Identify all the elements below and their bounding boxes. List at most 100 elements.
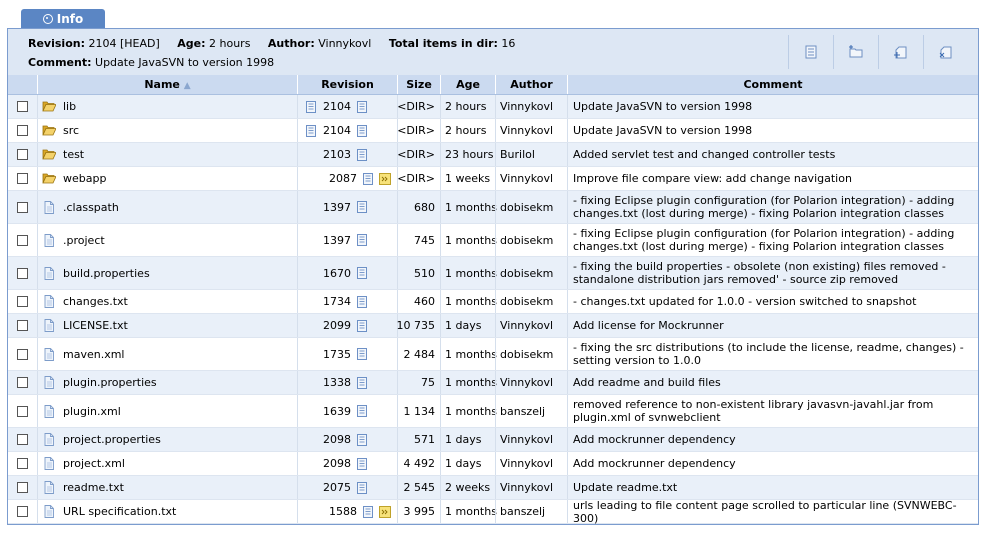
add-file-button[interactable] <box>878 35 923 69</box>
comment-cell: Update JavaSVN to version 1998 <box>567 95 978 118</box>
directory-link[interactable]: lib <box>63 100 76 113</box>
file-link[interactable]: plugin.xml <box>63 405 121 418</box>
revision-link[interactable]: 2075 <box>323 481 351 494</box>
header-comment[interactable]: Comment <box>567 75 978 94</box>
compare-icon[interactable] <box>379 505 391 518</box>
revision-link[interactable]: 2104 <box>323 124 351 137</box>
revision-link[interactable]: 1735 <box>323 348 351 361</box>
row-checkbox[interactable] <box>17 458 28 469</box>
file-link[interactable]: LICENSE.txt <box>63 319 128 332</box>
table-row: project.xml 2098 4 492 1 days Vinnykovl Add m… <box>8 452 978 476</box>
file-link[interactable]: .project <box>63 234 105 247</box>
file-link[interactable]: build.properties <box>63 267 150 280</box>
revision-link[interactable]: 1734 <box>323 295 351 308</box>
revision-log-icon[interactable] <box>362 172 374 185</box>
head-log-icon[interactable] <box>305 100 317 113</box>
header-revision[interactable]: Revision <box>297 75 397 94</box>
age-value: 1 months <box>445 505 497 518</box>
revision-log-icon[interactable] <box>356 433 368 446</box>
file-link[interactable]: readme.txt <box>63 481 124 494</box>
name-cell: plugin.properties <box>37 371 297 394</box>
row-checkbox[interactable] <box>17 405 28 417</box>
file-link[interactable]: changes.txt <box>63 295 128 308</box>
row-checkbox[interactable] <box>17 482 28 493</box>
header-name-label: Name <box>144 78 180 91</box>
revision-link[interactable]: 1639 <box>323 405 351 418</box>
revision-log-icon[interactable] <box>356 295 368 308</box>
revision-log-icon[interactable] <box>356 267 368 279</box>
row-checkbox[interactable] <box>17 267 28 279</box>
author-cell: dobisekm <box>495 290 567 313</box>
row-checkbox[interactable] <box>17 506 28 517</box>
revision-log-icon[interactable] <box>356 100 368 113</box>
row-select <box>8 476 37 499</box>
row-checkbox[interactable] <box>17 234 28 246</box>
revision-link[interactable]: 2098 <box>323 433 351 446</box>
comment-value: - fixing the src distributions (to inclu… <box>573 341 964 367</box>
comment-cell: Add readme and build files <box>567 371 978 394</box>
row-checkbox[interactable] <box>17 149 28 160</box>
delete-button[interactable] <box>923 35 968 69</box>
file-link[interactable]: URL specification.txt <box>63 505 176 518</box>
revision-log-icon[interactable] <box>356 481 368 494</box>
revision-list-button[interactable] <box>788 35 833 69</box>
file-link[interactable]: .classpath <box>63 201 119 214</box>
directory-link[interactable]: src <box>63 124 79 137</box>
revision-log-icon[interactable] <box>356 319 368 332</box>
revision-cell: 1588 <box>297 500 397 523</box>
row-select <box>8 191 37 223</box>
author-value: Vinnykovl <box>500 433 554 446</box>
folder-icon <box>42 101 56 112</box>
comment-value: Add readme and build files <box>573 376 721 389</box>
row-checkbox[interactable] <box>17 101 28 112</box>
revision-link[interactable]: 1338 <box>323 376 351 389</box>
age-value: 1 months <box>445 295 497 308</box>
row-checkbox[interactable] <box>17 377 28 388</box>
revision-link[interactable]: 1397 <box>323 201 351 214</box>
file-link[interactable]: maven.xml <box>63 348 124 361</box>
revision-link[interactable]: 2099 <box>323 319 351 332</box>
row-checkbox[interactable] <box>17 348 28 360</box>
head-log-icon[interactable] <box>305 124 317 137</box>
add-directory-button[interactable] <box>833 35 878 69</box>
compare-icon[interactable] <box>379 172 391 185</box>
revision-log-icon[interactable] <box>356 124 368 137</box>
revision-link[interactable]: 1670 <box>323 267 351 280</box>
revision-log-icon[interactable] <box>356 201 368 213</box>
header-name[interactable]: Name ▲ <box>37 75 297 94</box>
table-row: project.properties 2098 571 1 days Vinnykovl… <box>8 428 978 452</box>
table-row: webapp 2087 <DIR> 1 weeks Vinnykovl Improve f… <box>8 167 978 191</box>
author-cell: banszelj <box>495 395 567 427</box>
file-link[interactable]: project.properties <box>63 433 161 446</box>
revision-log-icon[interactable] <box>356 405 368 417</box>
revision-link[interactable]: 2103 <box>323 148 351 161</box>
revision-info-bar: Revision: 2104 [HEAD] Age: 2 hours Autho… <box>8 29 978 76</box>
revision-log-icon[interactable] <box>356 376 368 389</box>
revision-link[interactable]: 1588 <box>329 505 357 518</box>
revision-link[interactable]: 2087 <box>329 172 357 185</box>
revision-link[interactable]: 2104 <box>323 100 351 113</box>
row-checkbox[interactable] <box>17 320 28 331</box>
toolbar <box>788 35 968 69</box>
row-checkbox[interactable] <box>17 173 28 184</box>
file-link[interactable]: project.xml <box>63 457 125 470</box>
directory-link[interactable]: test <box>63 148 84 161</box>
header-author[interactable]: Author <box>495 75 567 94</box>
revision-link[interactable]: 2098 <box>323 457 351 470</box>
row-checkbox[interactable] <box>17 434 28 445</box>
directory-link[interactable]: webapp <box>63 172 106 185</box>
row-checkbox[interactable] <box>17 201 28 213</box>
revision-log-icon[interactable] <box>362 505 374 518</box>
row-checkbox[interactable] <box>17 296 28 307</box>
revision-log-icon[interactable] <box>356 148 368 161</box>
header-age[interactable]: Age <box>440 75 495 94</box>
header-size[interactable]: Size <box>397 75 440 94</box>
revision-log-icon[interactable] <box>356 457 368 470</box>
revision-log-icon[interactable] <box>356 234 368 246</box>
file-link[interactable]: plugin.properties <box>63 376 157 389</box>
tab-info[interactable]: Info <box>21 9 105 28</box>
revision-link[interactable]: 1397 <box>323 234 351 247</box>
file-icon <box>44 433 54 446</box>
row-checkbox[interactable] <box>17 125 28 136</box>
revision-log-icon[interactable] <box>356 348 368 360</box>
